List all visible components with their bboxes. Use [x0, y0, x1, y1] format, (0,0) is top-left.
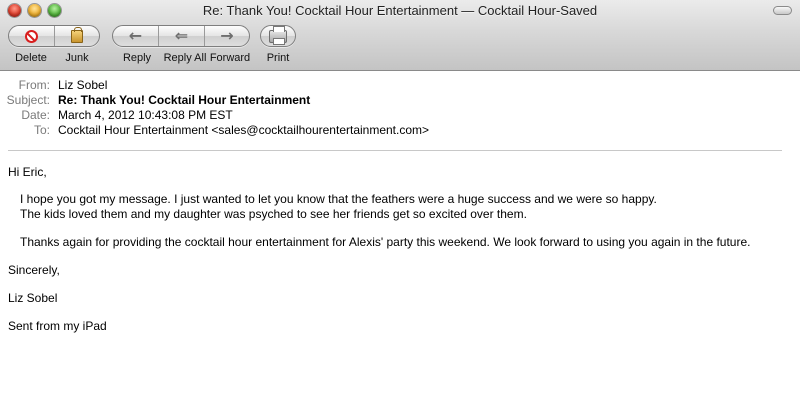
junk-button[interactable]	[55, 26, 100, 46]
subject-value: Re: Thank You! Cocktail Hour Entertainme…	[58, 93, 311, 107]
reply-button[interactable]: ←	[113, 26, 159, 46]
date-label: Date:	[21, 108, 50, 122]
to-value[interactable]: Cocktail Hour Entertainment <sales@cockt…	[58, 123, 429, 138]
mail-window: Re: Thank You! Cocktail Hour Entertainme…	[0, 0, 800, 400]
forward-label: Forward	[209, 52, 251, 64]
to-row: To: Cocktail Hour Entertainment <sales@c…	[0, 123, 800, 138]
delete-button[interactable]	[9, 26, 55, 46]
junk-icon	[70, 26, 83, 43]
from-value[interactable]: Liz Sobel	[58, 78, 107, 93]
sent-from-text: Sent from my iPad	[8, 319, 107, 333]
forward-button[interactable]: →	[205, 26, 249, 46]
print-icon	[269, 26, 287, 45]
header-divider	[8, 150, 782, 151]
window-toolbar: Re: Thank You! Cocktail Hour Entertainme…	[0, 0, 800, 71]
reply-all-icon: ⇐	[174, 26, 189, 45]
paragraph-1-line-2: The kids loved them and my daughter was …	[20, 207, 527, 221]
window-title: Re: Thank You! Cocktail Hour Entertainme…	[202, 3, 598, 18]
date-value: March 4, 2012 10:43:08 PM EST	[58, 108, 233, 122]
print-label: Print	[266, 52, 290, 64]
delete-junk-group: Delete Junk	[8, 25, 100, 69]
print-group: Print	[260, 25, 296, 69]
print-button[interactable]	[261, 26, 295, 46]
signature-text: Liz Sobel	[8, 291, 58, 305]
reply-all-label: Reply All	[163, 52, 207, 64]
paragraph-1-line-1: I hope you got my message. I just wanted…	[20, 192, 657, 206]
date-row: Date: March 4, 2012 10:43:08 PM EST	[0, 108, 800, 123]
delete-icon	[24, 29, 38, 43]
toolbar-toggle-button[interactable]	[773, 6, 792, 15]
paragraph-2: Thanks again for providing the cocktail …	[20, 235, 751, 249]
junk-label: Junk	[65, 52, 89, 64]
delete-label: Delete	[15, 52, 47, 64]
forward-icon: →	[220, 26, 234, 45]
subject-label: Subject:	[6, 93, 50, 107]
to-label: To:	[33, 123, 50, 137]
reply-all-button[interactable]: ⇐	[159, 26, 205, 46]
from-label: From:	[18, 78, 50, 92]
closing-text: Sincerely,	[8, 263, 60, 277]
message-headers: From: Liz Sobel Subject: Re: Thank You! …	[0, 78, 800, 138]
greeting-text: Hi Eric,	[8, 165, 47, 179]
from-row: From: Liz Sobel	[0, 78, 800, 93]
reply-label: Reply	[122, 52, 152, 64]
reply-group: ← ⇐ → Reply Reply All Forward	[112, 25, 252, 69]
reply-icon: ←	[128, 26, 143, 45]
subject-row: Subject: Re: Thank You! Cocktail Hour En…	[0, 93, 800, 108]
